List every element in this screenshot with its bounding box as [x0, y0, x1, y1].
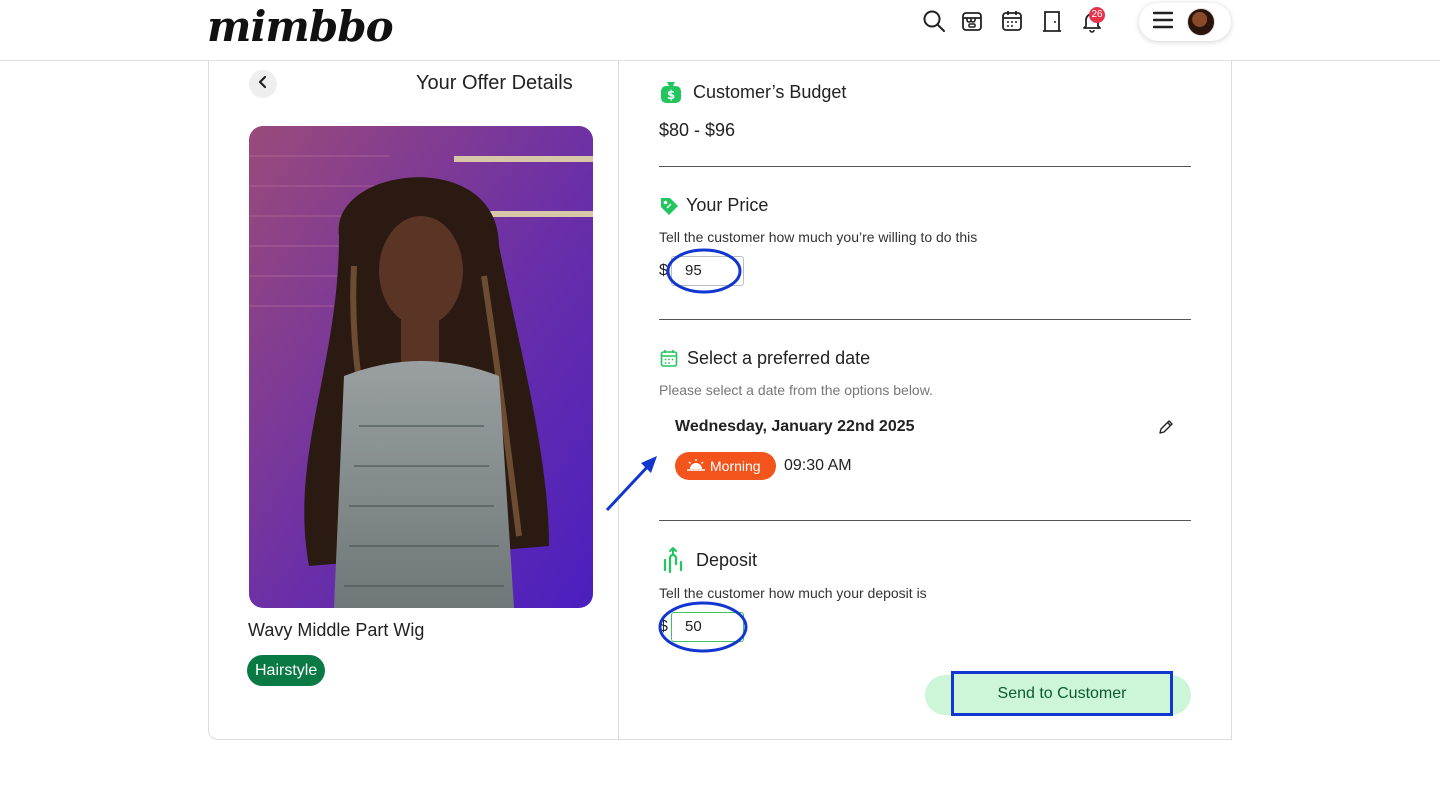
- calendar-icon[interactable]: [999, 8, 1025, 34]
- shop-icon[interactable]: [959, 8, 985, 34]
- section-divider: [659, 319, 1191, 320]
- top-header: mimbbo 26: [0, 0, 1440, 61]
- morning-badge: Morning: [675, 452, 776, 480]
- chevron-left-icon: [257, 75, 269, 94]
- menu-icon: [1152, 11, 1174, 34]
- search-icon[interactable]: [921, 8, 947, 34]
- notification-badge: 26: [1089, 7, 1105, 23]
- price-title: Your Price: [686, 195, 769, 215]
- product-image: [249, 126, 593, 608]
- send-to-customer-button[interactable]: Send to Customer: [951, 671, 1173, 716]
- money-bag-icon: $: [660, 80, 682, 109]
- price-currency: $: [659, 262, 668, 279]
- calendar-icon: [660, 349, 678, 372]
- back-button[interactable]: [249, 70, 277, 98]
- selected-date[interactable]: Wednesday, January 22nd 2025: [675, 418, 915, 436]
- deposit-title: Deposit: [696, 550, 758, 570]
- budget-title: Customer’s Budget: [693, 82, 847, 102]
- price-tag-icon: [659, 196, 679, 221]
- svg-text:$: $: [667, 88, 675, 102]
- deposit-hint: Tell the customer how much your deposit …: [659, 585, 927, 601]
- logo[interactable]: mimbbo: [207, 2, 394, 52]
- period-label: Morning: [710, 458, 761, 474]
- deposit-icon: [661, 546, 687, 579]
- date-title: Select a preferred date: [687, 348, 871, 368]
- price-hint: Tell the customer how much you’re willin…: [659, 229, 978, 245]
- deposit-currency: $: [659, 618, 668, 635]
- date-hint: Please select a date from the options be…: [659, 382, 933, 398]
- page-title: Your Offer Details: [416, 72, 573, 94]
- sunrise-icon: [687, 458, 705, 474]
- account-menu-button[interactable]: [1139, 3, 1231, 41]
- section-divider: [659, 166, 1191, 167]
- price-input[interactable]: 95: [671, 256, 744, 286]
- product-name: Wavy Middle Part Wig: [248, 620, 425, 640]
- section-divider: [659, 520, 1191, 521]
- deposit-input[interactable]: 50: [671, 612, 744, 642]
- pencil-icon[interactable]: [1158, 419, 1174, 440]
- door-icon[interactable]: [1039, 8, 1065, 34]
- avatar: [1187, 8, 1215, 36]
- column-divider: [618, 61, 619, 740]
- budget-range: $80 - $96: [659, 120, 736, 140]
- selected-time: 09:30 AM: [784, 457, 852, 474]
- category-chip: Hairstyle: [247, 655, 326, 686]
